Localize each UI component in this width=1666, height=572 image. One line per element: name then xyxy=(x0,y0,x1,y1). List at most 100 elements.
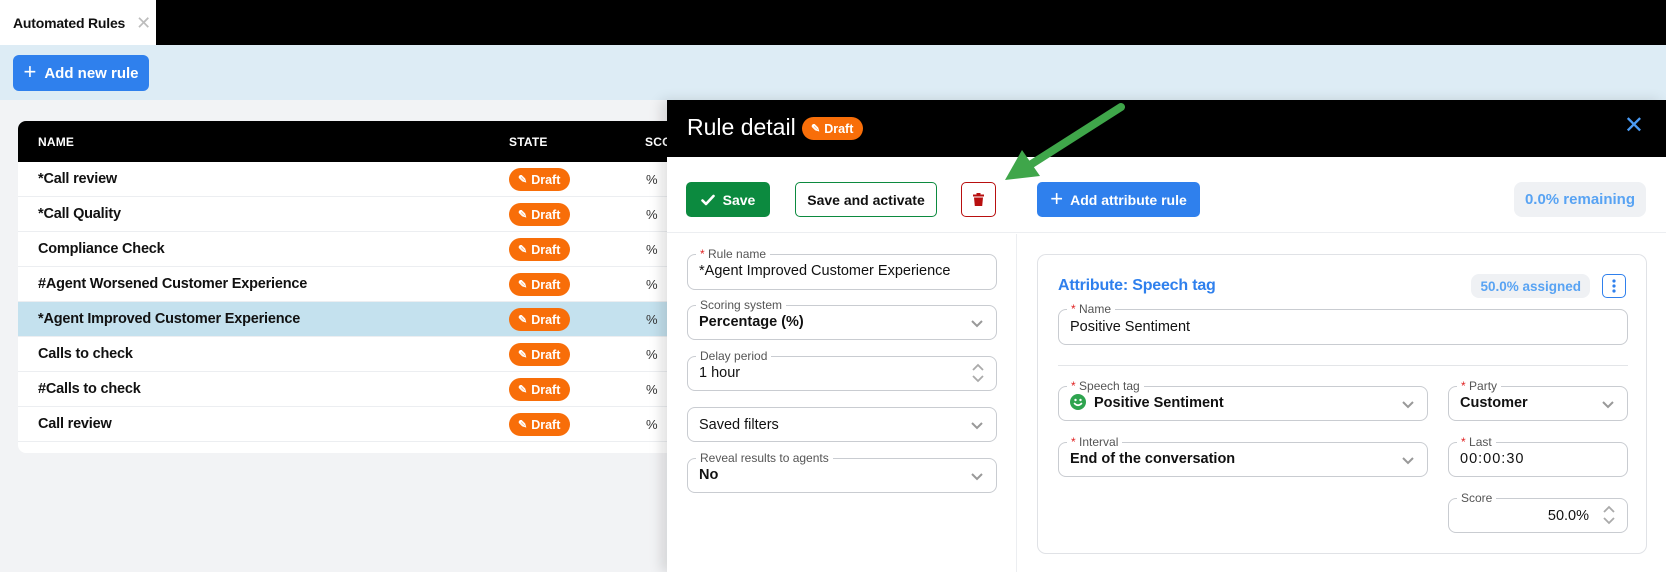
party-select[interactable]: * Party Customer xyxy=(1448,379,1628,421)
pencil-icon: ✎ xyxy=(518,314,528,326)
remaining-badge: 0.0% remaining xyxy=(1513,182,1646,217)
last-label: * Last xyxy=(1457,435,1496,449)
state-cell: ✎ Draft xyxy=(509,413,571,436)
draft-badge-label: Draft xyxy=(531,417,561,432)
speech-tag-label: * Speech tag xyxy=(1067,379,1144,393)
rule-name-field[interactable]: * Rule name *Agent Improved Customer Exp… xyxy=(687,247,997,290)
pencil-icon: ✎ xyxy=(811,123,821,135)
draft-badge: ✎ Draft xyxy=(509,273,571,296)
table-row[interactable]: *Call review ✎ Draft% xyxy=(18,162,698,197)
rule-detail-panel: Rule detail ✎ Draft ✕ Save Save and acti… xyxy=(667,100,1666,572)
score-value: 50.0% xyxy=(1547,508,1589,524)
draft-badge: ✎ Draft xyxy=(509,413,571,436)
draft-badge: ✎ Draft xyxy=(509,238,571,261)
draft-badge: ✎ Draft xyxy=(509,308,571,331)
required-marker: * xyxy=(1461,435,1466,449)
pencil-icon: ✎ xyxy=(518,384,528,396)
score-cell: % xyxy=(646,242,658,257)
attribute-title: Attribute: Speech tag xyxy=(1058,277,1216,294)
draft-badge: ✎ Draft xyxy=(509,343,571,366)
column-header-state[interactable]: STATE xyxy=(509,135,548,149)
reveal-results-select[interactable]: Reveal results to agents No xyxy=(687,451,997,493)
party-value: Customer xyxy=(1460,395,1528,411)
saved-filters-select[interactable]: Saved filters xyxy=(687,407,997,442)
tab-automated-rules[interactable]: Automated Rules ✕ xyxy=(0,0,156,45)
close-icon[interactable]: ✕ xyxy=(136,14,151,32)
pencil-icon: ✎ xyxy=(518,349,528,361)
rule-name-cell: Call review xyxy=(38,416,112,432)
delay-period-field[interactable]: Delay period 1 hour xyxy=(687,349,997,391)
draft-badge: ✎ Draft xyxy=(509,203,571,226)
panel-actions: Save Save and activate + Add attribute r… xyxy=(667,157,1666,233)
last-duration-field[interactable]: * Last 00:00:30 xyxy=(1448,435,1628,477)
state-cell: ✎ Draft xyxy=(509,273,571,296)
check-icon xyxy=(700,194,715,205)
chevron-down-icon xyxy=(971,320,983,328)
reveal-results-label: Reveal results to agents xyxy=(696,451,833,465)
rule-name-cell: *Call Quality xyxy=(38,206,121,222)
score-stepper[interactable] xyxy=(1603,505,1615,525)
draft-badge-label: Draft xyxy=(531,347,561,362)
chevron-up-icon[interactable] xyxy=(1603,505,1615,514)
delete-button[interactable] xyxy=(961,182,996,217)
save-button[interactable]: Save xyxy=(686,182,770,217)
rules-table: NAME STATE SCO *Call review ✎ Draft% *Call … xyxy=(18,121,698,453)
chevron-down-icon xyxy=(971,473,983,481)
tab-label: Automated Rules xyxy=(13,14,126,31)
interval-select[interactable]: * Interval End of the conversation xyxy=(1058,435,1428,477)
table-row[interactable]: #Calls to check ✎ Draft% xyxy=(18,372,698,407)
score-cell: % xyxy=(646,172,658,187)
chevron-down-icon[interactable] xyxy=(972,374,984,383)
table-header: NAME STATE SCO xyxy=(18,121,698,162)
score-field[interactable]: Score 50.0% xyxy=(1448,491,1628,533)
rule-name-value: *Agent Improved Customer Experience xyxy=(699,263,951,279)
delay-period-stepper[interactable] xyxy=(972,363,984,383)
attribute-name-label-text: Name xyxy=(1079,302,1112,316)
rule-name-cell: Compliance Check xyxy=(38,241,165,257)
attribute-name-value: Positive Sentiment xyxy=(1070,319,1191,335)
required-marker: * xyxy=(1071,435,1076,449)
column-header-name[interactable]: NAME xyxy=(38,135,74,149)
draft-badge-label: Draft xyxy=(531,312,561,327)
rule-name-cell: *Agent Improved Customer Experience xyxy=(38,311,301,327)
interval-value: End of the conversation xyxy=(1070,451,1236,467)
delay-period-label: Delay period xyxy=(696,349,772,363)
add-new-rule-button[interactable]: + Add new rule xyxy=(13,55,149,91)
table-row[interactable]: *Agent Improved Customer Experience ✎ Draf… xyxy=(18,302,698,337)
state-cell: ✎ Draft xyxy=(509,203,571,226)
kebab-menu-icon xyxy=(1612,279,1616,293)
speech-tag-label-text: Speech tag xyxy=(1079,379,1140,393)
delay-period-value: 1 hour xyxy=(699,365,741,381)
scoring-system-select[interactable]: Scoring system Percentage (%) xyxy=(687,298,997,340)
table-row[interactable]: Call review ✎ Draft% xyxy=(18,407,698,442)
status-badge-label: Draft xyxy=(824,121,854,136)
table-row[interactable]: Compliance Check ✎ Draft% xyxy=(18,232,698,267)
speech-tag-select[interactable]: * Speech tag Positive Sentiment xyxy=(1058,379,1428,421)
save-and-activate-button[interactable]: Save and activate xyxy=(795,182,937,217)
smile-icon xyxy=(1070,394,1086,411)
score-cell: % xyxy=(646,417,658,432)
rule-name-cell: *Call review xyxy=(38,171,118,187)
draft-badge-label: Draft xyxy=(531,382,561,397)
rule-form: * Rule name *Agent Improved Customer Exp… xyxy=(667,234,1017,572)
state-cell: ✎ Draft xyxy=(509,343,571,366)
close-panel-icon[interactable]: ✕ xyxy=(1624,114,1644,138)
add-attribute-rule-button[interactable]: + Add attribute rule xyxy=(1037,182,1200,217)
more-options-button[interactable] xyxy=(1602,274,1626,298)
table-row[interactable]: #Agent Worsened Customer Experience ✎ Draf… xyxy=(18,267,698,302)
score-label: Score xyxy=(1457,491,1497,505)
attribute-name-label: * Name xyxy=(1067,302,1116,316)
required-marker: * xyxy=(1461,379,1466,393)
chevron-down-icon[interactable] xyxy=(1603,516,1615,525)
reveal-results-value: No xyxy=(699,467,719,483)
rule-name-cell: Calls to check xyxy=(38,346,133,362)
table-row[interactable]: Calls to check ✎ Draft% xyxy=(18,337,698,372)
attribute-name-field[interactable]: * Name Positive Sentiment xyxy=(1058,302,1628,345)
plus-icon: + xyxy=(23,59,37,84)
table-row[interactable]: *Call Quality ✎ Draft% xyxy=(18,197,698,232)
score-cell: % xyxy=(646,312,658,327)
state-cell: ✎ Draft xyxy=(509,378,571,401)
draft-badge: ✎ Draft xyxy=(509,378,571,401)
chevron-up-icon[interactable] xyxy=(972,363,984,372)
tab-bar: Automated Rules ✕ xyxy=(0,0,1666,45)
